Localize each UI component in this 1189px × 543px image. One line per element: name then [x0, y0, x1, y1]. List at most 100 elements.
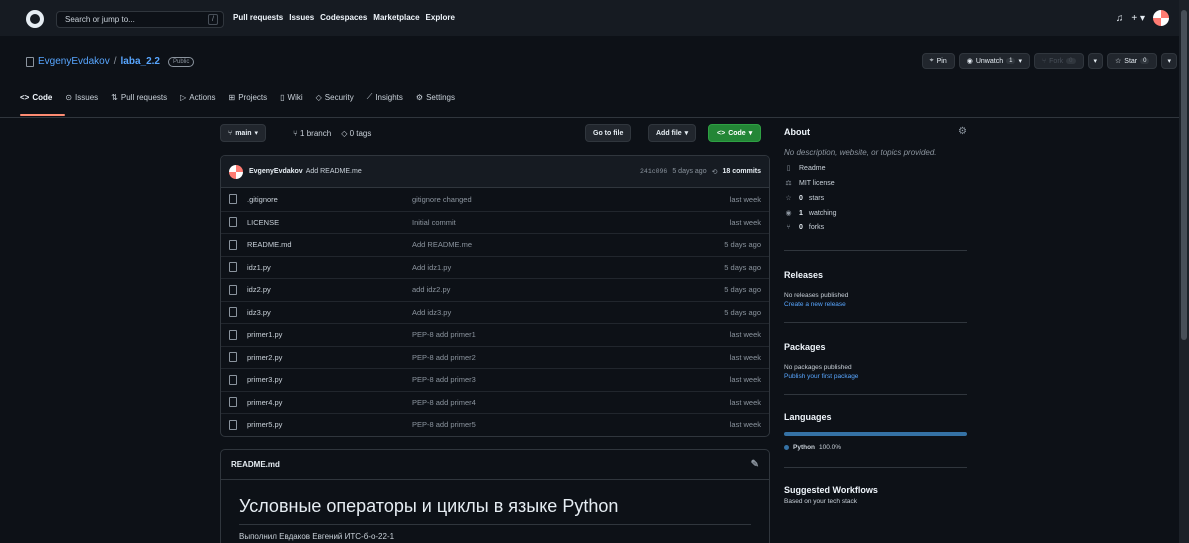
global-nav: Pull requests Issues Codespaces Marketpl…	[233, 13, 455, 22]
tags-link[interactable]: ◇ 0 tags	[341, 129, 371, 138]
repo-icon	[26, 56, 34, 67]
file-row[interactable]: idz3.py Add idz3.py 5 days ago	[221, 300, 769, 324]
commit-hash[interactable]: 241c096	[640, 168, 667, 175]
file-commit-message[interactable]: PEP-8 add primer4	[412, 398, 730, 407]
file-row[interactable]: LICENSE Initial commit last week	[221, 210, 769, 234]
releases-title[interactable]: Releases	[784, 270, 967, 280]
file-row[interactable]: idz2.py add idz2.py 5 days ago	[221, 278, 769, 301]
nav-codespaces[interactable]: Codespaces	[320, 13, 367, 22]
fork-button[interactable]: ⑂ Fork 0	[1033, 53, 1084, 69]
create-release-link[interactable]: Create a new release	[784, 301, 967, 308]
commit-author[interactable]: EvgenyEvdakov	[249, 168, 303, 175]
nav-pull-requests[interactable]: Pull requests	[233, 13, 283, 22]
gear-icon[interactable]: ⚙	[958, 126, 967, 137]
github-logo-icon[interactable]	[26, 10, 44, 28]
repo-owner-link[interactable]: EvgenyEvdakov	[38, 56, 110, 67]
forks-link[interactable]: ⑂ 0 forks	[784, 224, 967, 231]
tab-wiki[interactable]: ▯ Wiki	[280, 92, 303, 102]
repo-tabs: <> Code ⊙ Issues ⇅ Pull requests ▷ Actions ⊞…	[20, 92, 455, 102]
commit-message[interactable]: Add README.me	[306, 168, 362, 175]
file-row[interactable]: primer2.py PEP-8 add primer2 last week	[221, 345, 769, 369]
stars-link[interactable]: ☆ 0 stars	[784, 194, 967, 203]
file-commit-message[interactable]: add idz2.py	[412, 285, 724, 294]
commit-count[interactable]: 18 commits	[722, 168, 761, 175]
file-commit-message[interactable]: gitignore changed	[412, 195, 730, 204]
go-to-file-button[interactable]: Go to file	[585, 124, 632, 142]
unwatch-button[interactable]: ◉ Unwatch 1 ▾	[958, 53, 1030, 69]
tab-projects[interactable]: ⊞ Projects	[229, 92, 268, 102]
file-row[interactable]: primer4.py PEP-8 add primer4 last week	[221, 390, 769, 414]
pin-button[interactable]: ⌖ Pin	[921, 53, 955, 69]
file-name-link[interactable]: primer3.py	[247, 375, 412, 384]
file-commit-message[interactable]: Add idz1.py	[412, 263, 724, 272]
branch-select-button[interactable]: ⑂ main ▾	[220, 124, 267, 142]
tab-issues-label: Issues	[75, 92, 99, 102]
file-row[interactable]: primer3.py PEP-8 add primer3 last week	[221, 368, 769, 391]
pin-label: Pin	[936, 57, 947, 65]
file-name-link[interactable]: idz3.py	[247, 308, 412, 317]
file-name-link[interactable]: idz2.py	[247, 285, 412, 294]
pencil-icon[interactable]: ✎	[751, 459, 759, 470]
page-scrollbar[interactable]	[1179, 0, 1189, 543]
repo-name-link[interactable]: laba_2.2	[121, 56, 160, 67]
branch-name: main	[235, 129, 252, 137]
license-link[interactable]: ⚖ MIT license	[784, 179, 967, 188]
file-name-link[interactable]: idz1.py	[247, 263, 412, 272]
file-age: last week	[729, 375, 761, 385]
bell-icon[interactable]: ♫	[1116, 13, 1124, 24]
code-label: Code	[728, 129, 746, 137]
avatar[interactable]	[229, 164, 243, 179]
nav-issues[interactable]: Issues	[289, 13, 314, 22]
file-commit-message[interactable]: Add README.me	[412, 240, 724, 249]
language-python[interactable]: Python 100.0%	[784, 444, 967, 451]
star-dropdown-button[interactable]: ▾	[1161, 53, 1177, 69]
fork-dropdown-button[interactable]: ▾	[1087, 53, 1104, 69]
branches-link[interactable]: ⑂ 1 branch	[293, 129, 331, 138]
file-commit-message[interactable]: Initial commit	[412, 218, 730, 227]
file-name-link[interactable]: .gitignore	[247, 195, 412, 204]
tab-issues[interactable]: ⊙ Issues	[65, 92, 98, 102]
python-color-dot	[784, 445, 789, 450]
pin-icon: ⌖	[929, 57, 934, 64]
file-name-link[interactable]: LICENSE	[247, 218, 412, 227]
file-commit-message[interactable]: PEP-8 add primer1	[412, 330, 730, 339]
file-row[interactable]: primer1.py PEP-8 add primer1 last week	[221, 323, 769, 346]
file-commit-message[interactable]: Add idz3.py	[412, 308, 724, 317]
file-name-link[interactable]: README.md	[247, 240, 412, 249]
user-avatar[interactable]	[1153, 10, 1169, 26]
tab-code[interactable]: <> Code	[20, 92, 52, 102]
file-row[interactable]: README.md Add README.me 5 days ago	[221, 233, 769, 256]
tab-pull-requests[interactable]: ⇅ Pull requests	[111, 92, 167, 102]
readme-link[interactable]: ▯ Readme	[784, 164, 967, 173]
file-commit-message[interactable]: PEP-8 add primer2	[412, 353, 730, 362]
plus-icon[interactable]: + ▾	[1131, 13, 1145, 24]
scroll-thumb[interactable]	[1181, 10, 1187, 340]
add-file-button[interactable]: Add file ▾	[648, 124, 697, 142]
publish-package-link[interactable]: Publish your first package	[784, 373, 967, 380]
file-name-link[interactable]: primer1.py	[247, 330, 412, 339]
file-age: last week	[729, 397, 761, 407]
file-row[interactable]: idz1.py Add idz1.py 5 days ago	[221, 255, 769, 279]
chevron-down-icon: ▾	[1018, 58, 1022, 65]
tab-settings[interactable]: ⚙ Settings	[416, 92, 455, 102]
nav-explore[interactable]: Explore	[426, 13, 455, 22]
tab-security[interactable]: ◇ Security	[316, 92, 354, 102]
tab-insights[interactable]: ⟋ Insights	[367, 92, 403, 102]
file-name-link[interactable]: primer2.py	[247, 353, 412, 362]
language-name: Python	[793, 444, 816, 451]
file-commit-message[interactable]: PEP-8 add primer5	[412, 420, 730, 429]
file-name-link[interactable]: primer5.py	[247, 420, 412, 429]
watching-link[interactable]: ◉ 1 watching	[784, 209, 967, 218]
tab-actions[interactable]: ▷ Actions	[180, 92, 215, 102]
code-toolbar: ⑂ main ▾ ⑂ 1 branch ◇ 0 tags Go to file Ad…	[220, 124, 770, 144]
code-button[interactable]: <> Code ▾	[708, 124, 762, 142]
file-row[interactable]: .gitignore gitignore changed last week	[221, 188, 769, 211]
search-input[interactable]: Search or jump to... /	[56, 11, 224, 28]
nav-marketplace[interactable]: Marketplace	[373, 13, 419, 22]
file-name-link[interactable]: primer4.py	[247, 398, 412, 407]
file-row[interactable]: primer5.py PEP-8 add primer5 last week	[221, 413, 769, 436]
star-button[interactable]: ☆ Star 0	[1107, 53, 1158, 69]
file-commit-message[interactable]: PEP-8 add primer3	[412, 375, 730, 384]
file-list: EvgenyEvdakov Add README.me 241c096 5 da…	[220, 155, 770, 437]
packages-title[interactable]: Packages	[784, 342, 967, 352]
